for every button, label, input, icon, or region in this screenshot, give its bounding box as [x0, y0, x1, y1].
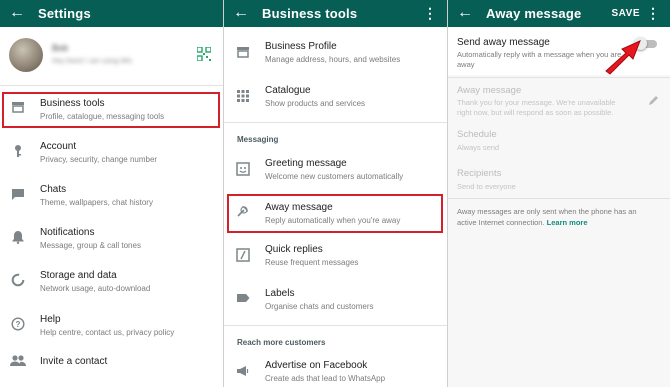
- messaging-header: Messaging: [237, 135, 279, 144]
- label-icon: [235, 291, 251, 307]
- help-icon: ?: [10, 317, 26, 333]
- send-away-subtitle-line1: Automatically reply with a message when …: [457, 50, 622, 59]
- item-subtitle: Network usage, auto-download: [40, 284, 151, 293]
- item-title: Account: [40, 141, 77, 152]
- item-title: Notifications: [40, 227, 95, 238]
- item-title: Greeting message: [265, 158, 347, 169]
- item-subtitle: Organise chats and customers: [265, 302, 374, 311]
- info-note-line1: Away messages are only sent when the pho…: [457, 207, 637, 216]
- item-subtitle: Manage address, hours, and websites: [265, 55, 401, 64]
- edit-pencil-icon: [648, 93, 660, 105]
- info-note-line2: active Internet connection. Learn more: [457, 217, 667, 228]
- reach-more-customers-header: Reach more customers: [237, 338, 326, 347]
- back-arrow-icon[interactable]: ←: [9, 3, 25, 23]
- recipients-label: Recipients: [457, 168, 502, 179]
- save-button[interactable]: SAVE: [612, 8, 641, 19]
- item-subtitle: Theme, wallpapers, chat history: [40, 198, 153, 207]
- recipients-row: Recipients Send to everyone: [448, 163, 670, 195]
- people-icon: [10, 354, 26, 370]
- item-subtitle: Reuse frequent messages: [265, 258, 359, 267]
- item-subtitle: Show products and services: [265, 99, 366, 108]
- item-title: Catalogue: [265, 85, 311, 96]
- page-title: Away message: [486, 6, 582, 21]
- screenshot-root: ← Settings Bob Hey there! I am using Wha…: [0, 0, 670, 387]
- item-title: Labels: [265, 288, 295, 299]
- item-subtitle: Help centre, contact us, privacy policy: [40, 328, 175, 337]
- chat-icon: [10, 187, 26, 203]
- svg-text:?: ?: [16, 320, 21, 329]
- item-title: Business Profile: [265, 41, 337, 52]
- schedule-label: Schedule: [457, 129, 497, 140]
- item-subtitle: Message, group & call tones: [40, 241, 141, 250]
- page-title: Settings: [38, 6, 91, 21]
- away-message-line2: right now, but will respond as soon as p…: [457, 108, 614, 117]
- highlight-box: [2, 92, 220, 128]
- settings-item-chats[interactable]: Chats Theme, wallpapers, chat history: [0, 177, 223, 213]
- away-message-line1: Thank you for your message. We're unavai…: [457, 98, 616, 107]
- highlight-box: [227, 194, 443, 233]
- item-subtitle: Create ads that lead to WhatsApp: [265, 374, 386, 383]
- settings-item-storage[interactable]: Storage and data Network usage, auto-dow…: [0, 263, 223, 299]
- back-arrow-icon[interactable]: ←: [233, 3, 249, 23]
- recipients-value: Send to everyone: [457, 182, 516, 191]
- advertise-facebook-item[interactable]: Advertise on Facebook Create ads that le…: [224, 354, 447, 387]
- greeting-message-item[interactable]: Greeting message Welcome new customers a…: [224, 152, 447, 188]
- more-options-icon[interactable]: ⋮: [423, 4, 437, 22]
- business-tools-screen: ← Business tools ⋮ Business Profile Mana…: [224, 0, 448, 387]
- info-note-text: active Internet connection.: [457, 218, 545, 227]
- settings-item-notifications[interactable]: Notifications Message, group & call tone…: [0, 220, 223, 256]
- send-away-subtitle-line2: away: [457, 60, 475, 69]
- back-arrow-icon[interactable]: ←: [457, 3, 473, 23]
- item-title: Invite a contact: [40, 356, 108, 367]
- away-message-label: Away message: [457, 85, 522, 96]
- section-divider: [224, 122, 447, 123]
- profile-name: Bob: [52, 43, 69, 53]
- labels-item[interactable]: Labels Organise chats and customers: [224, 281, 447, 317]
- avatar[interactable]: [9, 38, 43, 72]
- settings-item-help[interactable]: ? Help Help centre, contact us, privacy …: [0, 307, 223, 343]
- item-title: Help: [40, 314, 61, 325]
- profile-divider: [0, 85, 223, 86]
- greeting-icon: [235, 162, 251, 178]
- bell-icon: [10, 230, 26, 246]
- away-message-screen: ← Away message SAVE ⋮ Send away message …: [448, 0, 670, 387]
- away-message-appbar: ← Away message SAVE ⋮: [448, 0, 670, 27]
- more-options-icon[interactable]: ⋮: [646, 4, 660, 22]
- business-profile-item[interactable]: Business Profile Manage address, hours, …: [224, 35, 447, 71]
- catalogue-item[interactable]: Catalogue Show products and services: [224, 79, 447, 115]
- learn-more-link[interactable]: Learn more: [547, 218, 588, 227]
- red-arrow-icon: [600, 35, 648, 75]
- grid-icon: [235, 89, 251, 105]
- profile-row[interactable]: Bob Hey there! I am using WhatsApp.: [0, 27, 223, 85]
- megaphone-icon: [235, 364, 251, 380]
- item-subtitle: Privacy, security, change number: [40, 155, 158, 164]
- item-subtitle: Welcome new customers automatically: [265, 172, 404, 181]
- store-icon: [235, 45, 251, 61]
- item-title: Quick replies: [265, 244, 323, 255]
- item-title: Storage and data: [40, 270, 117, 281]
- away-message-text-row: Away message Thank you for your message.…: [448, 78, 670, 122]
- qr-code-icon[interactable]: [196, 46, 212, 62]
- business-tools-appbar: ← Business tools ⋮: [224, 0, 447, 27]
- settings-appbar: ← Settings: [0, 0, 223, 27]
- data-usage-icon: [10, 273, 26, 289]
- quick-replies-item[interactable]: Quick replies Reuse frequent messages: [224, 238, 447, 274]
- quick-reply-icon: [235, 248, 251, 264]
- settings-screen: ← Settings Bob Hey there! I am using Wha…: [0, 0, 224, 387]
- info-note: Away messages are only sent when the pho…: [457, 206, 667, 228]
- profile-status: Hey there! I am using WhatsApp.: [52, 58, 132, 65]
- send-away-title: Send away message: [457, 37, 550, 48]
- settings-item-account[interactable]: Account Privacy, security, change number: [0, 134, 223, 170]
- item-title: Chats: [40, 184, 67, 195]
- section-divider: [448, 198, 670, 199]
- section-divider: [224, 325, 447, 326]
- schedule-value: Always send: [457, 143, 500, 152]
- item-title: Advertise on Facebook: [265, 360, 368, 371]
- key-icon: [10, 144, 26, 160]
- schedule-row: Schedule Always send: [448, 124, 670, 156]
- settings-item-invite[interactable]: Invite a contact: [0, 349, 223, 385]
- page-title: Business tools: [262, 6, 358, 21]
